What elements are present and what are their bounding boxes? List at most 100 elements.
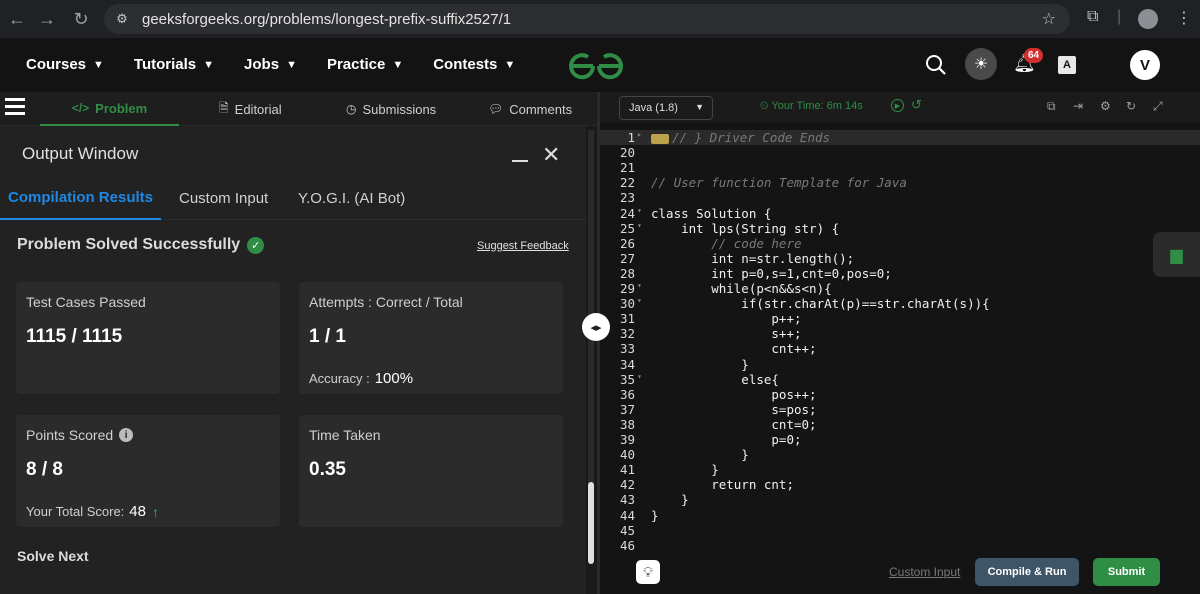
code-line[interactable]: 32 s++;: [600, 326, 1200, 341]
info-icon[interactable]: i: [119, 428, 134, 442]
tab-problem[interactable]: </> Problem: [40, 92, 179, 126]
bookmark-star-icon[interactable]: ☆: [1042, 9, 1056, 29]
time-taken-value: 0.35: [309, 459, 346, 480]
tab-submissions-label: Submissions: [362, 101, 437, 117]
url-text[interactable]: geeksforgeeks.org/problems/longest-prefi…: [142, 11, 511, 28]
fold-toggle-icon[interactable]: ▾: [637, 296, 642, 305]
reload-icon[interactable]: ↻: [66, 4, 96, 34]
code-line[interactable]: 34 }: [600, 357, 1200, 372]
custom-input-link[interactable]: Custom Input: [889, 565, 960, 579]
code-line[interactable]: 31 p++;: [600, 311, 1200, 326]
fold-toggle-icon[interactable]: ▸: [637, 130, 642, 139]
code-line[interactable]: 26 // code here: [600, 236, 1200, 251]
code-line[interactable]: 25 ▾ int lps(String str) {: [600, 221, 1200, 236]
points-label: Points Scored: [26, 427, 114, 443]
browser-profile-icon[interactable]: [1138, 9, 1158, 29]
tab-editorial[interactable]: 🗎︎ Editorial: [219, 92, 282, 126]
code-line[interactable]: 1 ▸ // } Driver Code Ends: [600, 130, 1200, 145]
export-icon[interactable]: ⇥: [1073, 99, 1083, 113]
submit-button[interactable]: Submit: [1093, 558, 1160, 586]
user-avatar[interactable]: V: [1130, 50, 1160, 80]
minimize-icon[interactable]: [512, 160, 528, 162]
extensions-icon[interactable]: ⧉: [1087, 8, 1098, 26]
fold-toggle-icon[interactable]: ▾: [637, 206, 642, 215]
code-line[interactable]: 28 int p=0,s=1,cnt=0,pos=0;: [600, 266, 1200, 281]
gfg-logo[interactable]: [566, 52, 626, 87]
search-icon[interactable]: [925, 54, 947, 76]
code-line[interactable]: 30 ▾ if(str.charAt(p)==str.charAt(s)){: [600, 296, 1200, 311]
close-icon[interactable]: ✕: [542, 142, 560, 168]
tab-comments[interactable]: 💬︎ Comments: [488, 92, 572, 126]
line-number: 41: [619, 462, 635, 478]
code-text: int lps(String str) {: [651, 220, 840, 236]
nav-tutorials[interactable]: Tutorials ▼: [134, 56, 214, 73]
code-line[interactable]: 22 // User function Template for Java: [600, 175, 1200, 190]
code-text: s++;: [651, 326, 802, 342]
code-line[interactable]: 20: [600, 145, 1200, 160]
nav-jobs[interactable]: Jobs ▼: [244, 56, 297, 73]
code-line[interactable]: 23: [600, 190, 1200, 205]
code-line[interactable]: 36 pos++;: [600, 387, 1200, 402]
suggest-feedback-link[interactable]: Suggest Feedback: [477, 240, 569, 252]
forward-icon[interactable]: →: [32, 4, 62, 34]
code-line[interactable]: 46: [600, 538, 1200, 553]
lightbulb-icon[interactable]: 💡︎: [636, 560, 660, 584]
compile-run-button[interactable]: Compile & Run: [975, 558, 1079, 586]
code-line[interactable]: 24 ▾ class Solution {: [600, 206, 1200, 221]
code-line[interactable]: 40 }: [600, 447, 1200, 462]
code-line[interactable]: 21: [600, 160, 1200, 175]
fullscreen-icon[interactable]: ⤢: [1153, 99, 1163, 114]
panel-resize-handle[interactable]: ◂▸: [582, 313, 610, 341]
menu-hamburger-icon[interactable]: [5, 98, 25, 118]
translate-icon[interactable]: A: [1058, 56, 1076, 74]
code-line[interactable]: 39 p=0;: [600, 432, 1200, 447]
fold-toggle-icon[interactable]: ▾: [637, 372, 642, 381]
code-text: cnt=0;: [651, 416, 817, 432]
folded-region-marker[interactable]: [651, 133, 669, 144]
fold-toggle-icon[interactable]: ▾: [637, 221, 642, 230]
tab-submissions[interactable]: ◷ Submissions: [346, 92, 436, 126]
nav-practice[interactable]: Practice ▼: [327, 56, 403, 73]
code-line[interactable]: 33 cnt++;: [600, 341, 1200, 356]
theme-toggle-sun-icon[interactable]: ☀: [965, 48, 997, 80]
timer-play-icon[interactable]: ▶: [891, 99, 904, 112]
tab-editorial-label: Editorial: [234, 101, 282, 117]
editor-toolbar: Java (1.8) ▼ ⏲ Your Time: 6m 14s ▶ ↺ ⧉ ⇥…: [600, 92, 1200, 122]
chevron-down-icon: ▼: [504, 58, 516, 71]
timer-reset-icon[interactable]: ↺: [911, 97, 922, 113]
address-bar[interactable]: ⚙ geeksforgeeks.org/problems/longest-pre…: [104, 4, 1070, 34]
nav-contests[interactable]: Contests ▼: [433, 56, 515, 73]
tab-custom-input[interactable]: Custom Input: [179, 176, 268, 220]
nav-courses[interactable]: Courses ▼: [26, 56, 104, 73]
code-line[interactable]: 29 ▾ while(p<n&&s<n){: [600, 281, 1200, 296]
copy-icon[interactable]: ⧉: [1047, 99, 1056, 114]
browser-menu-icon[interactable]: ⋮: [1176, 8, 1192, 28]
language-select[interactable]: Java (1.8) ▼: [619, 96, 713, 120]
chevron-down-icon: ▼: [203, 58, 215, 71]
reset-code-icon[interactable]: ↻: [1126, 99, 1136, 113]
document-icon: 🗎︎: [219, 100, 229, 115]
tab-yogi-ai-bot[interactable]: Y.O.G.I. (AI Bot): [298, 176, 405, 220]
code-line[interactable]: 42 return cnt;: [600, 477, 1200, 492]
back-icon[interactable]: ←: [2, 4, 32, 34]
output-scrollbar-thumb[interactable]: [588, 482, 594, 564]
site-info-icon[interactable]: ⚙: [114, 11, 130, 27]
chat-icon[interactable]: ▆: [1153, 232, 1200, 277]
code-line[interactable]: 38 cnt=0;: [600, 417, 1200, 432]
code-line[interactable]: 35 ▾ else{: [600, 372, 1200, 387]
code-line[interactable]: 41 }: [600, 462, 1200, 477]
code-line[interactable]: 43 }: [600, 492, 1200, 507]
tab-compilation-results[interactable]: Compilation Results: [0, 176, 161, 220]
code-line[interactable]: 45: [600, 523, 1200, 538]
code-line[interactable]: 37 s=pos;: [600, 402, 1200, 417]
code-line[interactable]: 27 int n=str.length();: [600, 251, 1200, 266]
settings-icon[interactable]: ⚙: [1100, 99, 1111, 113]
fold-toggle-icon[interactable]: ▾: [637, 281, 642, 290]
line-number: 24: [619, 205, 635, 221]
code-text: // User function Template for Java: [651, 175, 907, 191]
code-line[interactable]: 44}: [600, 508, 1200, 523]
accuracy-value: 100%: [374, 370, 414, 387]
test-cases-value: 1115 / 1115: [26, 326, 123, 347]
code-editor[interactable]: 1 ▸ // } Driver Code Ends 20 21 22 // User fun…: [600, 130, 1200, 553]
line-number: 35: [619, 371, 635, 387]
